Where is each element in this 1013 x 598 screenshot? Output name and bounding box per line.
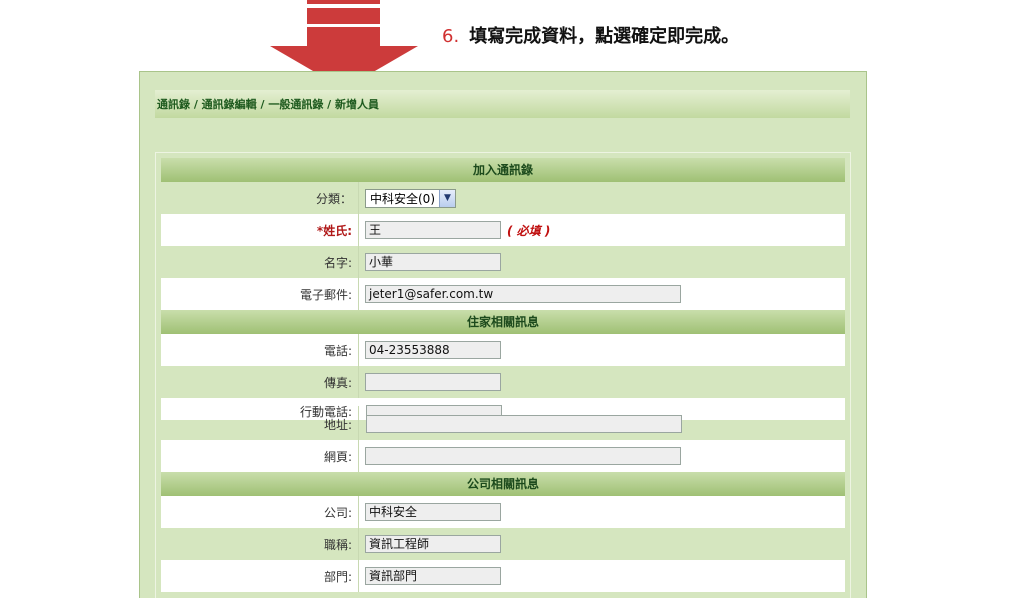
page-frame: 通訊錄 / 通訊錄編輯 / 一般通訊錄 / 新增人員 加入通訊錄 分類： 中科安…	[139, 71, 867, 598]
step-number: 6.	[442, 26, 460, 47]
category-select-value: 中科安全(0)	[370, 191, 435, 206]
row-homepage: 網頁:	[161, 440, 845, 472]
company-input[interactable]: 中科安全	[365, 503, 501, 521]
row-mobile-address: 行動電話: 地址:	[161, 398, 845, 440]
surname-label: *姓氏:	[161, 214, 359, 246]
surname-input[interactable]: 王	[365, 221, 501, 239]
chevron-down-icon[interactable]: ▼	[439, 189, 455, 207]
row-surname: *姓氏: 王 ( 必填 )	[161, 214, 845, 246]
given-name-input[interactable]: 小華	[365, 253, 501, 271]
breadcrumb: 通訊錄 / 通訊錄編輯 / 一般通訊錄 / 新增人員	[155, 90, 850, 118]
job-title-input[interactable]: 資訊工程師	[365, 535, 501, 553]
fax-label: 傳真:	[161, 366, 359, 398]
required-note: ( 必填 )	[507, 223, 551, 238]
arrow-shaft	[307, 27, 380, 47]
row-job-title: 職稱: 資訊工程師	[161, 528, 845, 560]
row-given-name: 名字: 小華	[161, 246, 845, 278]
address-label: 地址:	[323, 418, 352, 432]
row-phone: 電話: 04-23553888	[161, 334, 845, 366]
homepage-input[interactable]	[365, 447, 681, 465]
email-input[interactable]: jeter1@safer.com.tw	[365, 285, 681, 303]
given-name-label: 名字:	[161, 246, 359, 278]
fax-input[interactable]	[365, 373, 501, 391]
email-label: 電子郵件:	[161, 278, 359, 310]
row-fax: 傳真:	[161, 366, 845, 398]
row-category: 分類： 中科安全(0) ▼	[161, 182, 845, 214]
section-header-home: 住家相關訊息	[161, 310, 845, 334]
arrow-bar-top	[307, 0, 380, 4]
address-input[interactable]	[366, 415, 682, 433]
phone-input[interactable]: 04-23553888	[365, 341, 501, 359]
row-department: 部門: 資訊部門	[161, 560, 845, 592]
section-header-join: 加入通訊錄	[161, 158, 845, 182]
phone-label: 電話:	[161, 334, 359, 366]
section-header-company: 公司相關訊息	[161, 472, 845, 496]
mobile-address-labels: 行動電話: 地址:	[161, 406, 359, 440]
homepage-label: 網頁:	[161, 440, 359, 472]
category-select[interactable]: 中科安全(0) ▼	[365, 188, 456, 208]
department-label: 部門:	[161, 560, 359, 592]
company-label: 公司:	[161, 496, 359, 528]
department-input[interactable]: 資訊部門	[365, 567, 501, 585]
row-company: 公司: 中科安全	[161, 496, 845, 528]
row-email: 電子郵件: jeter1@safer.com.tw	[161, 278, 845, 310]
contact-form: 加入通訊錄 分類： 中科安全(0) ▼ *姓氏: 王 ( 必填 ) 名字: 小華	[155, 152, 851, 598]
job-title-label: 職稱:	[161, 528, 359, 560]
instruction-text: 6. 填寫完成資料，點選確定即完成。	[442, 22, 739, 48]
instruction-body: 填寫完成資料，點選確定即完成。	[469, 26, 740, 47]
arrow-bar-middle	[307, 8, 380, 24]
category-label: 分類：	[161, 182, 359, 214]
